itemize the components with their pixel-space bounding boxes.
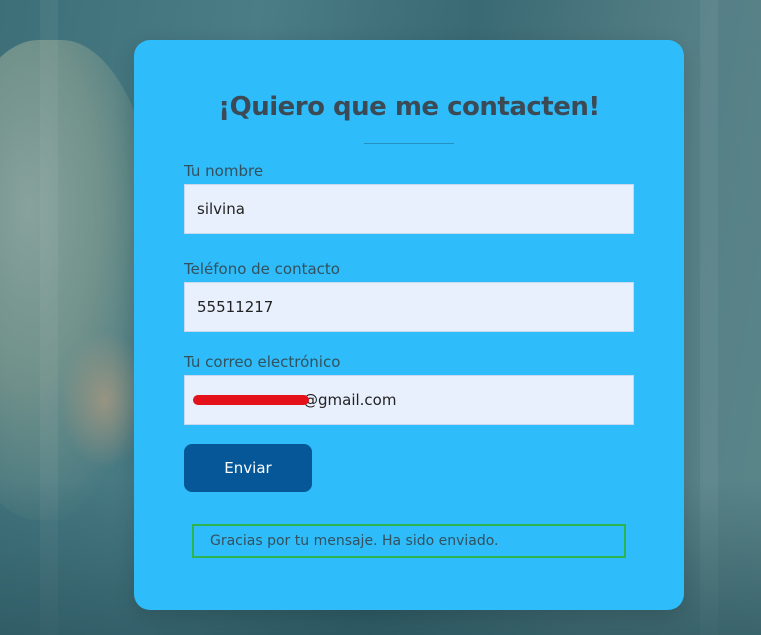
title-divider [364, 143, 454, 144]
email-input-visible-value: @gmail.com [303, 391, 397, 409]
redaction-line [193, 395, 309, 405]
name-input[interactable]: silvina [184, 184, 634, 234]
success-message: Gracias por tu mensaje. Ha sido enviado. [192, 524, 626, 558]
form-title: ¡Quiero que me contacten! [218, 92, 600, 122]
success-message-text: Gracias por tu mensaje. Ha sido enviado. [210, 533, 499, 549]
phone-input[interactable]: 55511217 [184, 282, 634, 332]
email-label: Tu correo electrónico [184, 353, 341, 371]
phone-label: Teléfono de contacto [184, 260, 340, 278]
name-label: Tu nombre [184, 162, 264, 180]
submit-button[interactable]: Enviar [184, 444, 312, 492]
name-input-value: silvina [197, 200, 245, 218]
email-input[interactable]: @gmail.com [184, 375, 634, 425]
phone-input-value: 55511217 [197, 298, 274, 316]
email-redaction-mark [193, 393, 309, 407]
contact-form-card: ¡Quiero que me contacten! Tu nombre silv… [134, 40, 684, 610]
